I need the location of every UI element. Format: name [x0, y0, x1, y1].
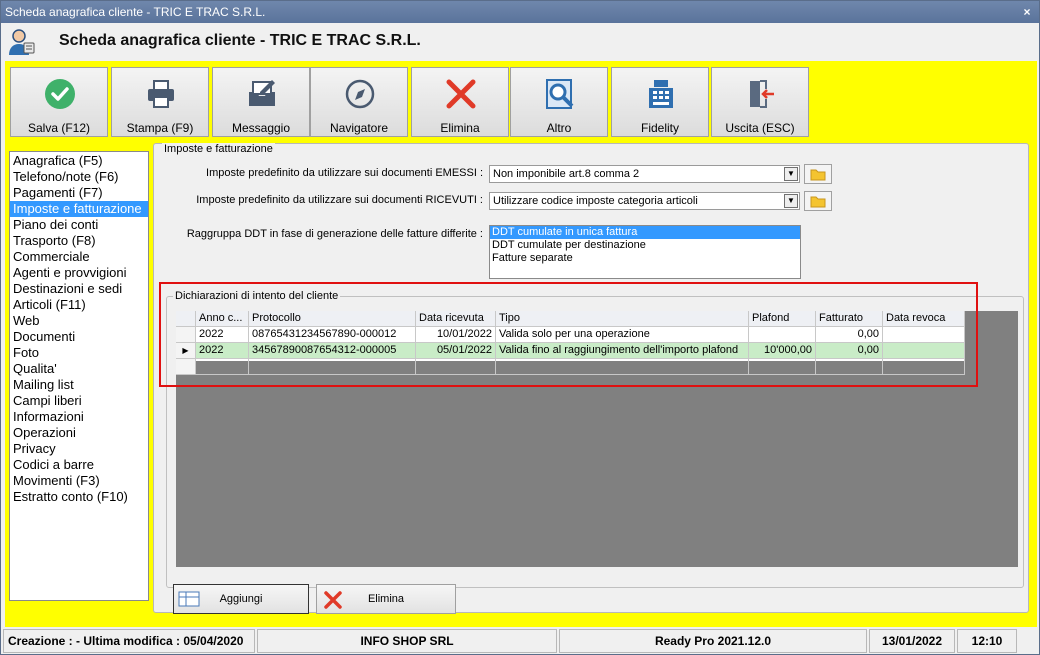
other-button-label: Altro	[546, 121, 572, 135]
compass-icon	[344, 78, 376, 110]
emessi-select-value: Non imponibile art.8 comma 2	[493, 168, 640, 180]
exit-button-label: Uscita (ESC)	[725, 121, 795, 135]
nav-item-documenti[interactable]: Documenti	[10, 329, 148, 345]
save-button-label: Salva (F12)	[27, 121, 91, 135]
fidelity-button-label: Fidelity	[640, 121, 679, 135]
delete-x-icon	[445, 78, 477, 110]
imposte-panel-title: Imposte e fatturazione	[162, 143, 275, 155]
search-document-icon	[544, 78, 576, 110]
ricevuti-label: Imposte predefinito da utilizzare sui do…	[196, 194, 483, 206]
nav-item-pagamenti[interactable]: Pagamenti (F7)	[10, 185, 148, 201]
ddt-listbox[interactable]: DDT cumulate in unica fattura DDT cumula…	[489, 225, 801, 279]
nav-item-anagrafica[interactable]: Anagrafica (F5)	[10, 153, 148, 169]
ddt-option[interactable]: Fatture separate	[490, 252, 800, 265]
add-declaration-label: Aggiungi	[219, 593, 263, 605]
folder-icon	[810, 169, 826, 181]
customer-icon	[7, 28, 35, 56]
print-button[interactable]: Stampa (F9)	[111, 67, 209, 137]
nav-item-foto[interactable]: Foto	[10, 345, 148, 361]
printer-icon	[145, 78, 177, 110]
nav-item-campi-liberi[interactable]: Campi liberi	[10, 393, 148, 409]
ddt-option[interactable]: DDT cumulate per destinazione	[490, 239, 800, 252]
ricevuti-folder-button[interactable]	[804, 191, 832, 211]
add-declaration-button[interactable]: Aggiungi	[173, 584, 309, 614]
ddt-option[interactable]: DDT cumulate in unica fattura	[490, 226, 800, 239]
emessi-label: Imposte predefinito da utilizzare sui do…	[206, 167, 483, 179]
delete-x-icon	[324, 591, 342, 609]
ddt-label: Raggruppa DDT in fase di generazione del…	[186, 228, 483, 240]
page-title: Scheda anagrafica cliente - TRIC E TRAC …	[59, 32, 421, 49]
print-button-label: Stampa (F9)	[126, 121, 194, 135]
nav-item-articoli[interactable]: Articoli (F11)	[10, 297, 148, 313]
chevron-down-icon[interactable]: ▼	[784, 167, 798, 181]
window-titlebar: Scheda anagrafica cliente - TRIC E TRAC …	[1, 1, 1039, 23]
emessi-select[interactable]: Non imponibile art.8 comma 2 ▼	[489, 165, 800, 183]
nav-item-informazioni[interactable]: Informazioni	[10, 409, 148, 425]
status-bar: Creazione : - Ultima modifica : 05/04/20…	[1, 629, 1039, 654]
page-header: Scheda anagrafica cliente - TRIC E TRAC …	[1, 23, 1039, 61]
window: Scheda anagrafica cliente - TRIC E TRAC …	[0, 0, 1040, 655]
nav-item-commerciale[interactable]: Commerciale	[10, 249, 148, 265]
nav-item-telefono-note[interactable]: Telefono/note (F6)	[10, 169, 148, 185]
nav-item-web[interactable]: Web	[10, 313, 148, 329]
chevron-down-icon[interactable]: ▼	[784, 194, 798, 208]
nav-item-estratto-conto[interactable]: Estratto conto (F10)	[10, 489, 148, 505]
save-button[interactable]: Salva (F12)	[10, 67, 108, 137]
status-created: Creazione : - Ultima modifica : 05/04/20…	[3, 629, 255, 653]
nav-item-imposte-fatturazione[interactable]: Imposte e fatturazione	[10, 201, 148, 217]
close-icon[interactable]: ×	[1019, 5, 1035, 19]
nav-item-qualita[interactable]: Qualita'	[10, 361, 148, 377]
ricevuti-select-value: Utilizzare codice imposte categoria arti…	[493, 195, 698, 207]
nav-item-codici-barre[interactable]: Codici a barre	[10, 457, 148, 473]
other-button[interactable]: Altro	[510, 67, 608, 137]
status-version: Ready Pro 2021.12.0	[559, 629, 867, 653]
navigator-button-label: Navigatore	[329, 121, 389, 135]
delete-declaration-button[interactable]: Elimina	[316, 584, 456, 614]
nav-item-agenti-provvigioni[interactable]: Agenti e provvigioni	[10, 265, 148, 281]
status-date: 13/01/2022	[869, 629, 955, 653]
delete-declaration-label: Elimina	[367, 593, 405, 605]
check-circle-icon	[44, 78, 76, 110]
nav-item-piano-conti[interactable]: Piano dei conti	[10, 217, 148, 233]
folder-icon	[810, 196, 826, 208]
nav-item-destinazioni-sedi[interactable]: Destinazioni e sedi	[10, 281, 148, 297]
add-row-icon	[178, 591, 200, 607]
status-company: INFO SHOP SRL	[257, 629, 557, 653]
message-button[interactable]: Messaggio	[212, 67, 310, 137]
status-time: 12:10	[957, 629, 1017, 653]
cash-register-icon	[645, 78, 677, 110]
nav-item-privacy[interactable]: Privacy	[10, 441, 148, 457]
window-title: Scheda anagrafica cliente - TRIC E TRAC …	[5, 5, 266, 19]
emessi-folder-button[interactable]	[804, 164, 832, 184]
delete-button[interactable]: Elimina	[411, 67, 509, 137]
message-edit-icon	[246, 78, 278, 110]
exit-button[interactable]: Uscita (ESC)	[711, 67, 809, 137]
message-button-label: Messaggio	[231, 121, 291, 135]
delete-button-label: Elimina	[440, 121, 480, 135]
section-nav-list: Anagrafica (F5) Telefono/note (F6) Pagam…	[9, 151, 149, 601]
ricevuti-select[interactable]: Utilizzare codice imposte categoria arti…	[489, 192, 800, 210]
highlight-box	[159, 282, 978, 387]
exit-door-icon	[745, 78, 777, 110]
nav-item-mailing-list[interactable]: Mailing list	[10, 377, 148, 393]
navigator-button[interactable]: Navigatore	[310, 67, 408, 137]
nav-item-movimenti[interactable]: Movimenti (F3)	[10, 473, 148, 489]
fidelity-button[interactable]: Fidelity	[611, 67, 709, 137]
nav-item-operazioni[interactable]: Operazioni	[10, 425, 148, 441]
nav-item-trasporto[interactable]: Trasporto (F8)	[10, 233, 148, 249]
